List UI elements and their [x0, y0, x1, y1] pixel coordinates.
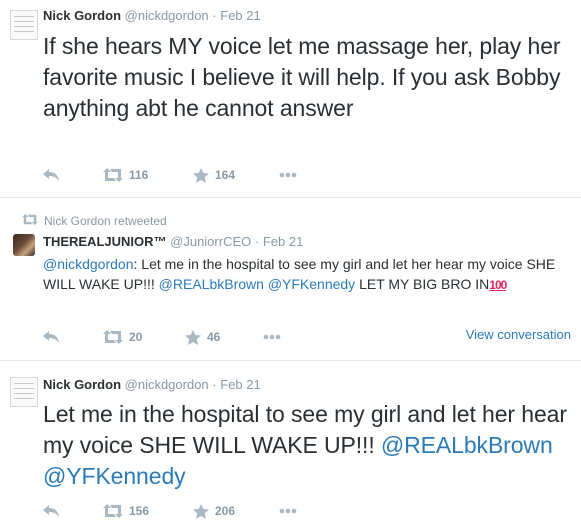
retweet-count: 156: [129, 504, 150, 518]
tweet-3[interactable]: Nick Gordon @nickdgordon · Feb 21 Let me…: [0, 361, 581, 528]
tweet-text: @nickdgordon: Let me in the hospital to …: [43, 254, 563, 295]
reply-button[interactable]: [43, 505, 83, 517]
tweet-text-part: LET MY BIG BRO IN: [355, 276, 490, 292]
retweeted-by-label[interactable]: Nick Gordon retweeted: [44, 214, 167, 228]
mention-link[interactable]: @nickdgordon: [43, 256, 134, 272]
star-icon: [185, 329, 201, 345]
favorite-button[interactable]: 164: [193, 167, 273, 183]
display-name[interactable]: Nick Gordon: [43, 8, 121, 23]
reply-button[interactable]: [43, 169, 83, 181]
tweet-header: Nick Gordon @nickdgordon · Feb 21: [43, 8, 261, 23]
retweet-icon: [103, 168, 123, 182]
retweet-button[interactable]: 156: [103, 504, 193, 518]
tweet-header: THEREALJUNIOR™ @JuniorrCEO · Feb 21: [43, 234, 303, 249]
more-icon: [263, 334, 281, 340]
timestamp[interactable]: Feb 21: [220, 377, 260, 392]
timestamp[interactable]: Feb 21: [220, 8, 260, 23]
reply-icon: [43, 331, 60, 343]
retweeted-context: Nick Gordon retweeted: [22, 214, 167, 228]
tweet-text: If she hears MY voice let me massage her…: [43, 33, 561, 121]
mention-link[interactable]: @REALbkBrown: [159, 276, 264, 292]
hundred-points-emoji: 100: [489, 278, 507, 292]
display-name[interactable]: Nick Gordon: [43, 377, 121, 392]
tweet-actions: 116 164: [43, 166, 297, 184]
favorite-count: 164: [215, 168, 236, 182]
favorite-count: 46: [207, 330, 221, 344]
favorite-button[interactable]: 46: [185, 329, 257, 345]
more-icon: [279, 172, 297, 178]
avatar[interactable]: [10, 377, 38, 407]
username[interactable]: @nickdgordon: [125, 377, 209, 392]
more-button[interactable]: [263, 334, 281, 340]
more-button[interactable]: [279, 172, 297, 178]
tweet-1[interactable]: Nick Gordon @nickdgordon · Feb 21 If she…: [0, 0, 581, 197]
star-icon: [193, 503, 209, 519]
display-name[interactable]: THEREALJUNIOR™: [43, 234, 167, 249]
retweet-count: 116: [129, 168, 149, 182]
tweet-actions: 20 46: [43, 328, 281, 346]
reply-icon: [43, 505, 60, 517]
reply-button[interactable]: [43, 331, 83, 343]
star-icon: [193, 167, 209, 183]
retweet-icon: [103, 504, 123, 518]
avatar[interactable]: [13, 234, 35, 256]
separator-dot: ·: [212, 377, 217, 392]
retweet-count: 20: [129, 330, 143, 344]
tweet-header: Nick Gordon @nickdgordon · Feb 21: [43, 377, 261, 392]
separator-dot: ·: [212, 8, 217, 23]
username[interactable]: @nickdgordon: [125, 8, 209, 23]
separator-dot: ·: [254, 234, 260, 249]
more-icon: [279, 508, 297, 514]
more-button[interactable]: [279, 508, 297, 514]
tweet-2[interactable]: Nick Gordon retweeted THEREALJUNIOR™ @Ju…: [0, 198, 581, 360]
favorite-button[interactable]: 206: [193, 503, 273, 519]
mention-link[interactable]: @YFKennedy: [268, 276, 355, 292]
timestamp[interactable]: Feb 21: [263, 234, 303, 249]
retweet-button[interactable]: 116: [103, 168, 193, 182]
mention-link[interactable]: @YFKennedy: [43, 463, 186, 489]
tweet-text: Let me in the hospital to see my girl an…: [43, 399, 573, 492]
reply-icon: [43, 169, 60, 181]
favorite-count: 206: [215, 504, 236, 518]
mention-link[interactable]: @REALbkBrown: [381, 432, 553, 458]
username[interactable]: @JuniorrCEO: [170, 234, 251, 249]
avatar[interactable]: [10, 10, 38, 40]
retweet-icon: [22, 214, 44, 228]
retweet-button[interactable]: 20: [103, 330, 185, 344]
tweet-actions: 156 206: [43, 502, 297, 520]
view-conversation-link[interactable]: View conversation: [466, 327, 571, 342]
retweet-icon: [103, 330, 123, 344]
